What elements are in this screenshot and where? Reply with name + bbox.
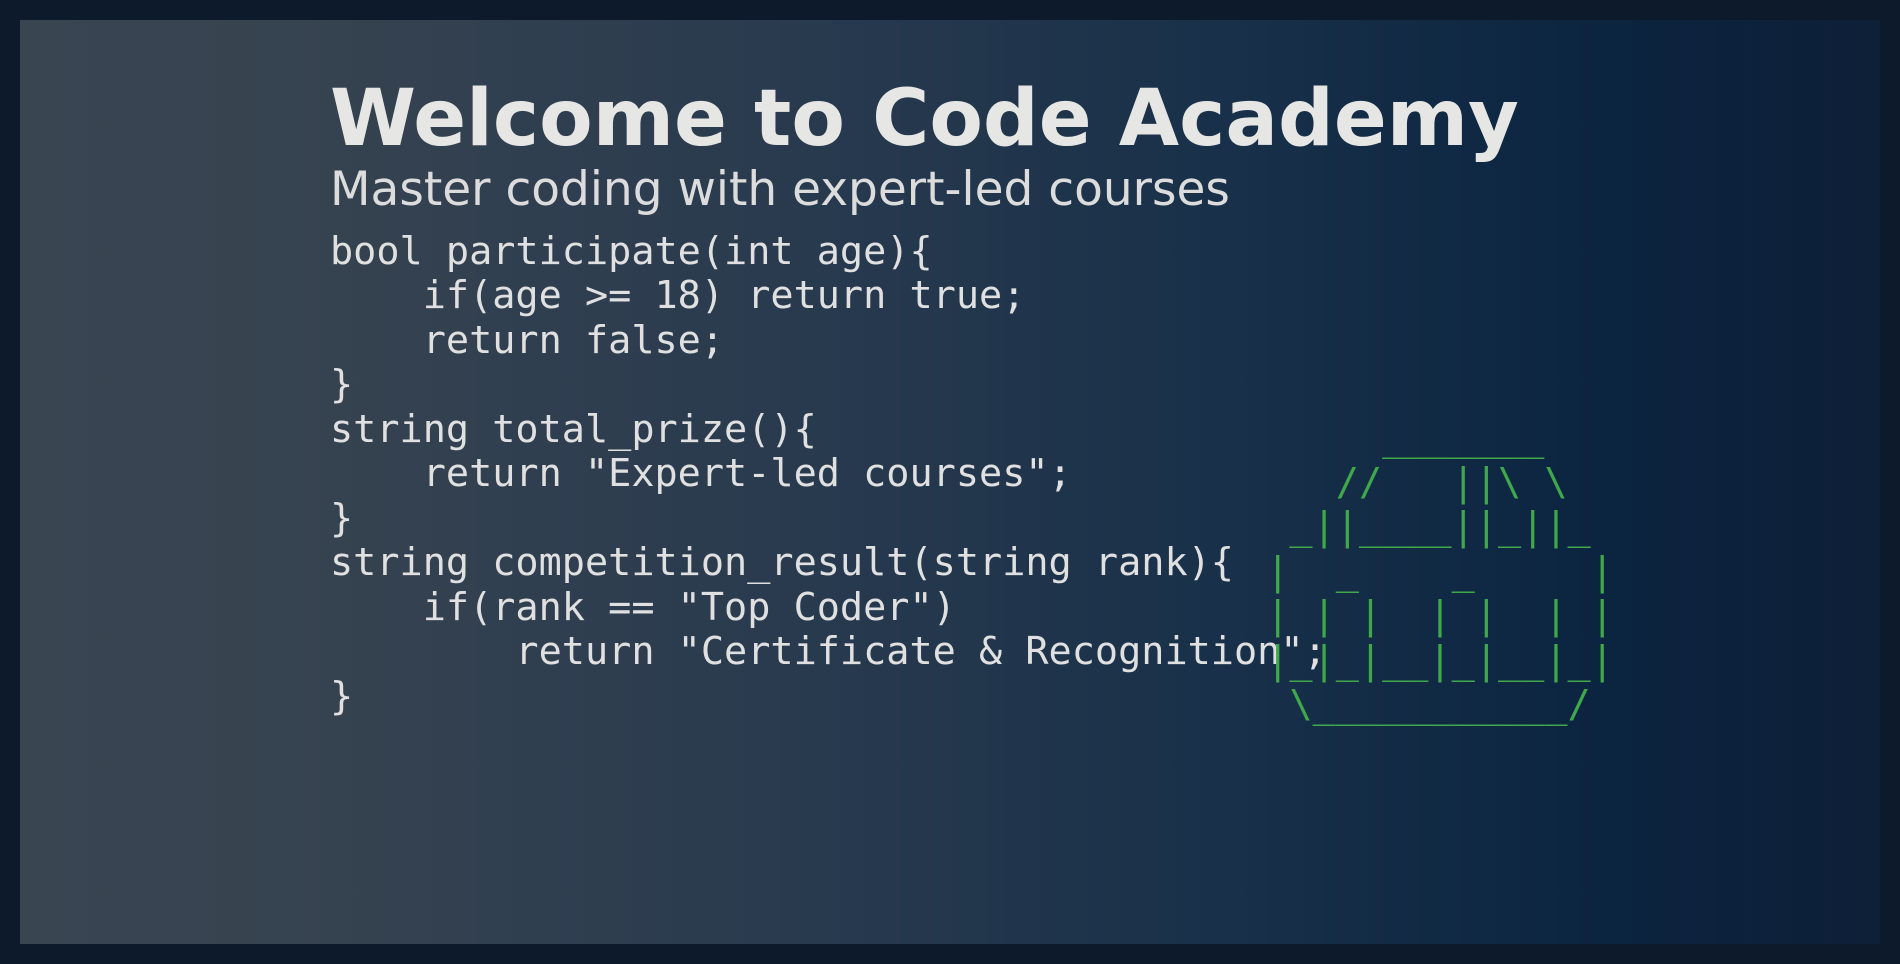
ascii-art-line: \___________/ xyxy=(1243,682,1591,727)
ascii-art-line: | | | | | | | xyxy=(1243,593,1614,638)
ascii-art-line: _||____||_||_ xyxy=(1243,504,1591,549)
page-subtitle: Master coding with expert-led courses xyxy=(330,162,1230,217)
ascii-art-line: |_|_|__|_|__|_| xyxy=(1243,637,1614,683)
code-line: } xyxy=(330,362,354,408)
ascii-art-line: _______ xyxy=(1243,415,1545,460)
ascii-art-line: // ||\ \ xyxy=(1243,459,1568,505)
code-line: bool participate(int age){ xyxy=(330,228,933,274)
banner: Welcome to Code Academy Master coding wi… xyxy=(20,20,1880,944)
code-line: if(age >= 18) return true; xyxy=(330,273,1026,319)
ascii-art-line: | _ _ | xyxy=(1243,548,1614,594)
code-line: return false; xyxy=(330,317,725,363)
page-title: Welcome to Code Academy xyxy=(330,74,1519,164)
building-ascii-art: _______ // ||\ \ _||____||_||_ | _ _ | |… xyxy=(1243,415,1614,728)
